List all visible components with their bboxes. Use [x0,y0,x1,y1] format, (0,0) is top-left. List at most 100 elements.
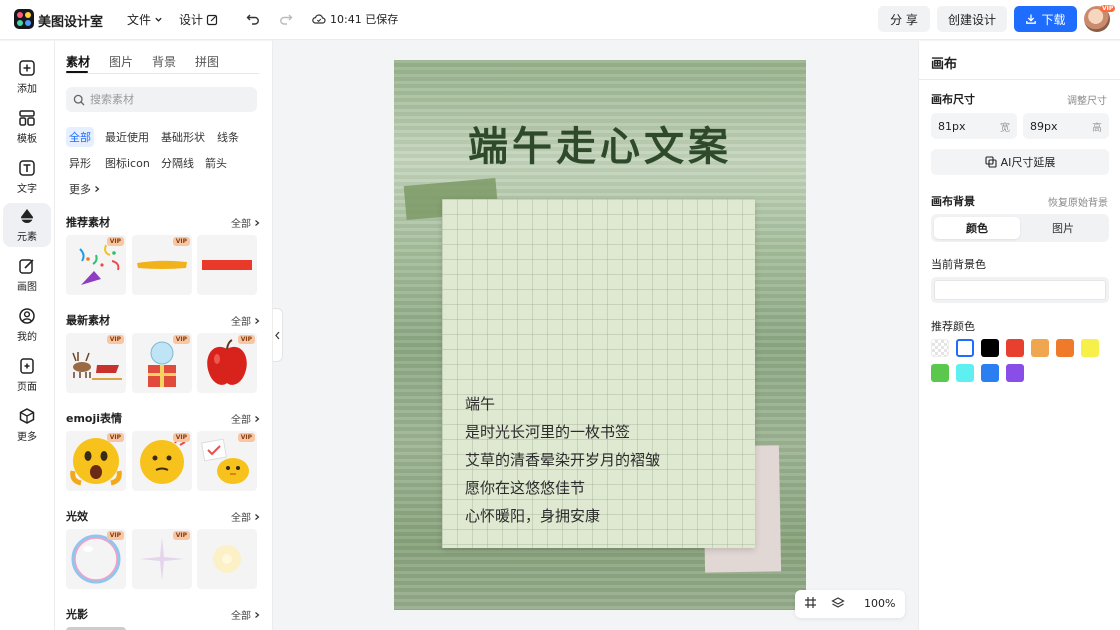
color-swatch[interactable] [1006,339,1024,357]
color-swatch[interactable] [1031,339,1049,357]
canvas-title-text[interactable]: 端午走心文案 [394,114,806,172]
redo-icon[interactable] [277,10,295,28]
section-all-link[interactable]: 全部 [231,607,261,622]
top-bar: 美图设计室 文件 设计 10:41 已保存 分 享 创建设计 下载 VIP [0,0,1120,40]
material-thumb-chick-sign-emoji[interactable]: VIP [197,431,257,491]
rail-item-elements[interactable]: 元素 [3,203,51,247]
color-swatch[interactable] [956,364,974,382]
chip-basic-shapes[interactable]: 基础形状 [158,127,208,147]
material-thumb-red-bar[interactable] [197,235,257,295]
vip-badge: VIP [172,433,190,442]
rail-item-template[interactable]: 模板 [3,105,51,149]
poem-line: 愿你在这悠悠佳节 [465,479,586,497]
chip-arrows[interactable]: 箭头 [202,153,230,173]
chip-more-label: 更多 [69,183,91,196]
chip-more[interactable]: 更多 [66,179,104,199]
tab-images[interactable]: 图片 [109,53,133,70]
material-thumb-shocked-emoji[interactable]: VIP [66,431,126,491]
bg-color-tab[interactable]: 颜色 [934,217,1020,239]
width-value: 81px [938,119,966,133]
rail-item-more[interactable]: 更多 [3,403,51,447]
save-status: 10:41 已保存 [312,11,398,27]
section-all-link[interactable]: 全部 [231,509,261,524]
ai-size-extend-label: AI尺寸延展 [1000,156,1056,169]
file-menu[interactable]: 文件 [127,11,163,28]
material-thumb-glow[interactable] [197,529,257,589]
design-canvas[interactable]: 端午走心文案 端午 是时光长河里的一枚书签 艾草的清香晕染开岁月的褶皱 愿你在这… [394,60,806,610]
chip-icons[interactable]: 图标icon [102,153,153,173]
color-swatch[interactable] [931,364,949,382]
rail-label: 添加 [17,84,37,95]
restore-bg-link[interactable]: 恢复原始背景 [1048,194,1108,209]
properties-panel: 画布 画布尺寸 调整尺寸 81px 宽 89px 高 AI尺寸延展 画布背景 恢… [918,41,1120,630]
material-thumb-reindeer-sleigh[interactable]: VIP [66,333,126,393]
material-panel: 素材 图片 背景 拼图 全部 最近使用 基础形状 线条 异形 图标icon 分隔… [55,41,273,630]
tab-background[interactable]: 背景 [152,53,176,70]
rail-item-pages[interactable]: 页面 [3,353,51,397]
poem-line: 是时光长河里的一枚书签 [465,423,631,441]
color-swatch[interactable] [931,339,949,357]
bg-image-tab[interactable]: 图片 [1020,217,1106,239]
material-search[interactable] [66,87,257,112]
material-thumb-party-popper[interactable]: VIP [66,235,126,295]
save-status-text: 10:41 已保存 [330,13,399,26]
section-all-link[interactable]: 全部 [231,313,261,328]
adjust-size-link[interactable]: 调整尺寸 [1067,92,1107,107]
rail-item-text[interactable]: 文字 [3,155,51,199]
material-thumb-bubble[interactable]: VIP [66,529,126,589]
share-button[interactable]: 分 享 [878,6,930,32]
material-thumb-brush-stroke[interactable]: VIP [132,235,192,295]
width-field[interactable]: 81px 宽 [931,113,1017,139]
material-thumb-thinking-emoji[interactable]: VIP [132,431,192,491]
current-bg-color-field[interactable] [931,277,1109,303]
rail-item-add[interactable]: 添加 [3,55,51,99]
color-swatch[interactable] [956,339,974,357]
tab-material[interactable]: 素材 [66,53,90,70]
chip-all[interactable]: 全部 [66,127,94,147]
app-logo[interactable] [14,9,34,29]
vip-badge: VIP [172,531,190,540]
search-input[interactable] [90,93,240,106]
layers-icon[interactable] [831,596,845,610]
section-all-link[interactable]: 全部 [231,411,261,426]
section-all-link[interactable]: 全部 [231,215,261,230]
color-swatch[interactable] [981,364,999,382]
tab-collage[interactable]: 拼图 [195,53,219,70]
material-thumb-sparkle[interactable]: VIP [132,529,192,589]
rail-label: 文字 [17,184,37,195]
ai-size-extend-button[interactable]: AI尺寸延展 [931,149,1109,175]
material-thumb-apple[interactable]: VIP [197,333,257,393]
chevron-right-icon [255,611,260,618]
height-field[interactable]: 89px 高 [1023,113,1109,139]
undo-icon[interactable] [244,10,262,28]
height-unit: 高 [1092,122,1102,134]
material-thumb-snow-globe-gift[interactable]: VIP [132,333,192,393]
color-swatch[interactable] [1006,364,1024,382]
current-bg-label: 当前背景色 [931,258,986,271]
create-design-button[interactable]: 创建设计 [937,6,1007,32]
rail-item-draw[interactable]: 画图 [3,253,51,297]
chip-recent[interactable]: 最近使用 [102,127,152,147]
ai-resize-icon [985,156,997,168]
chip-lines[interactable]: 线条 [214,127,242,147]
recommended-colors-label: 推荐颜色 [931,320,975,333]
color-swatch[interactable] [1081,339,1099,357]
canvas-bg-label: 画布背景 [931,195,975,208]
chip-dividers[interactable]: 分隔线 [158,153,197,173]
user-icon [19,308,35,324]
grid-icon[interactable] [804,596,817,609]
download-button[interactable]: 下载 [1014,6,1077,32]
rail-label: 更多 [17,432,37,443]
rail-item-mine[interactable]: 我的 [3,303,51,347]
chevron-right-icon [255,513,260,520]
vip-badge: VIP [172,237,190,246]
color-swatch[interactable] [981,339,999,357]
all-label: 全部 [231,415,251,426]
collapse-panel-button[interactable] [273,308,283,362]
chip-irregular[interactable]: 异形 [66,153,94,173]
color-swatch[interactable] [1056,339,1074,357]
design-menu[interactable]: 设计 [179,11,218,28]
zoom-level[interactable]: 100% [864,597,895,610]
poem-text-block[interactable]: 端午 是时光长河里的一枚书签 艾草的清香晕染开岁月的褶皱 愿你在这悠悠佳节 心怀… [465,390,660,530]
tab-divider [66,73,259,74]
